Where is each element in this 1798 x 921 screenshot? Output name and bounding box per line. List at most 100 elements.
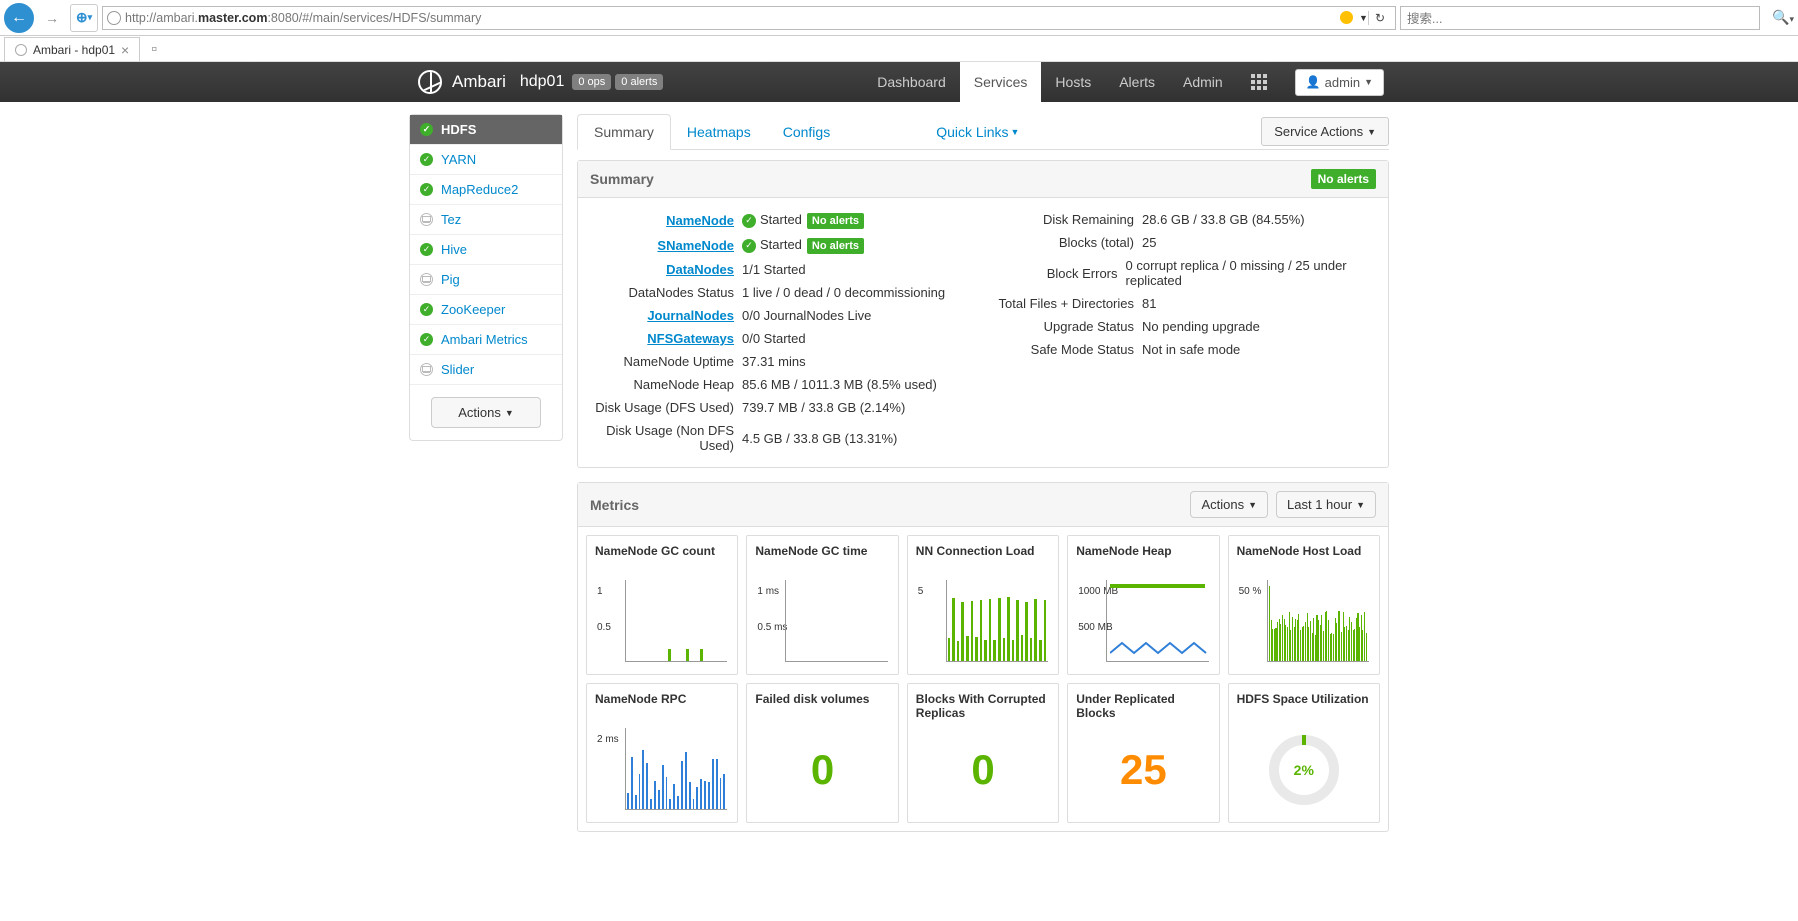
status-client-icon [420, 363, 433, 376]
search-icon[interactable]: 🔍▾ [1764, 9, 1794, 26]
status-ok-icon: ✓ [420, 183, 433, 196]
summary-link[interactable]: DataNodes [666, 262, 734, 277]
url-suffix: :8080/#/main/services/HDFS/summary [267, 11, 481, 25]
metric-title: NameNode Host Load [1237, 544, 1371, 572]
metric-chart: 1000 MB500 MB [1076, 578, 1210, 666]
summary-row: DataNodes 1/1 Started [592, 258, 974, 281]
y-tick: 1 ms [757, 586, 779, 597]
new-tab-button[interactable]: ▫ [142, 39, 166, 61]
metric-card[interactable]: NameNode Host Load50 % [1228, 535, 1380, 675]
status-ok-icon: ✓ [420, 333, 433, 346]
summary-link[interactable]: NFSGateways [647, 331, 734, 346]
compat-icon[interactable] [1340, 11, 1353, 24]
scheme-button[interactable]: ⊕▾ [70, 4, 98, 32]
summary-link[interactable]: SNameNode [657, 238, 734, 253]
sidebar-item-yarn[interactable]: ✓YARN [410, 145, 562, 175]
nav-alerts[interactable]: Alerts [1105, 62, 1169, 102]
metrics-title: Metrics [590, 497, 639, 513]
summary-link[interactable]: NameNode [666, 213, 734, 228]
metric-chart: 5 [916, 578, 1050, 666]
summary-key: NameNode Heap [592, 377, 742, 392]
alerts-pill[interactable]: 0 alerts [615, 74, 663, 90]
summary-value: 25 [1142, 235, 1156, 250]
metrics-panel: Metrics Actions ▼ Last 1 hour ▼ NameNode… [577, 482, 1389, 832]
nav-services[interactable]: Services [960, 62, 1042, 102]
grid-icon [1251, 74, 1267, 90]
sidebar-item-slider[interactable]: Slider [410, 355, 562, 385]
summary-alert-badge[interactable]: No alerts [1311, 169, 1376, 189]
tab-summary[interactable]: Summary [577, 114, 671, 150]
ops-pill[interactable]: 0 ops [572, 74, 611, 90]
y-tick: 2 ms [597, 734, 619, 745]
metric-card[interactable]: NameNode Heap1000 MB500 MB [1067, 535, 1219, 675]
forward-button[interactable]: → [38, 4, 66, 32]
metrics-time-label: Last 1 hour [1287, 497, 1352, 512]
status-ok-icon: ✓ [420, 123, 433, 136]
sidebar-item-label: Tez [441, 212, 461, 227]
metric-card[interactable]: Under Replicated Blocks25 [1067, 683, 1219, 823]
summary-value: 4.5 GB / 33.8 GB (13.31%) [742, 431, 897, 446]
nav-menu: Dashboard Services Hosts Alerts Admin 👤 … [863, 62, 1398, 102]
nav-dashboard[interactable]: Dashboard [863, 62, 960, 102]
quick-links-dropdown[interactable]: Quick Links ▼ [936, 124, 1019, 140]
summary-row: JournalNodes0/0 JournalNodes Live [592, 304, 974, 327]
summary-row: Block Errors0 corrupt replica / 0 missin… [992, 254, 1374, 292]
summary-key: Upgrade Status [992, 319, 1142, 334]
metric-card[interactable]: Failed disk volumes0 [746, 683, 898, 823]
refresh-icon[interactable]: ↻ [1368, 11, 1391, 25]
sidebar-item-ambari-metrics[interactable]: ✓Ambari Metrics [410, 325, 562, 355]
quick-links-label: Quick Links [936, 124, 1008, 140]
caret-down-icon: ▼ [1367, 127, 1376, 137]
summary-value: 739.7 MB / 33.8 GB (2.14%) [742, 400, 905, 415]
caret-down-icon: ▼ [1356, 500, 1365, 510]
sidebar-item-label: Slider [441, 362, 474, 377]
summary-value: 1/1 Started [742, 262, 806, 277]
metric-chart: 25 [1076, 726, 1210, 814]
cluster-name[interactable]: hdp01 [520, 73, 565, 91]
nav-admin[interactable]: Admin [1169, 62, 1237, 102]
nav-hosts[interactable]: Hosts [1041, 62, 1105, 102]
sidebar-item-label: ZooKeeper [441, 302, 505, 317]
metric-card[interactable]: NN Connection Load5 [907, 535, 1059, 675]
summary-value: 0 corrupt replica / 0 missing / 25 under… [1126, 258, 1374, 288]
browser-search-input[interactable]: 搜索... [1400, 6, 1760, 30]
sidebar-item-label: Pig [441, 272, 460, 287]
nav-views[interactable] [1237, 62, 1281, 102]
status-ok-icon: ✓ [420, 303, 433, 316]
metric-title: Blocks With Corrupted Replicas [916, 692, 1050, 720]
metric-bignum: 0 [916, 726, 1050, 814]
metric-card[interactable]: Blocks With Corrupted Replicas 0 [907, 683, 1059, 823]
nav-user[interactable]: 👤 admin ▼ [1281, 62, 1398, 102]
metric-card[interactable]: NameNode RPC2 ms [586, 683, 738, 823]
status-client-icon [420, 273, 433, 286]
url-prefix: http://ambari. [125, 11, 198, 25]
service-actions-button[interactable]: Service Actions ▼ [1261, 117, 1389, 146]
sidebar-item-zookeeper[interactable]: ✓ ZooKeeper [410, 295, 562, 325]
caret-down-icon: ▼ [1011, 127, 1020, 137]
metric-card[interactable]: NameNode GC time1 ms0.5 ms [746, 535, 898, 675]
browser-tab[interactable]: Ambari - hdp01 × [4, 37, 140, 61]
tab-configs[interactable]: Configs [767, 115, 846, 149]
metrics-actions-button[interactable]: Actions ▼ [1190, 491, 1268, 518]
sidebar-item-mapreduce2[interactable]: ✓MapReduce2 [410, 175, 562, 205]
sidebar-item-hdfs[interactable]: ✓HDFS [410, 115, 562, 145]
metric-bignum: 25 [1076, 726, 1210, 814]
summary-link[interactable]: JournalNodes [647, 308, 734, 323]
browser-tab-strip: Ambari - hdp01 × ▫ [0, 36, 1798, 62]
metric-card[interactable]: NameNode GC count10.5 [586, 535, 738, 675]
caret-down-icon: ▼ [1364, 77, 1373, 87]
tab-close-icon[interactable]: × [121, 42, 129, 58]
url-bar[interactable]: http://ambari.master.com:8080/#/main/ser… [102, 6, 1396, 30]
metrics-time-button[interactable]: Last 1 hour ▼ [1276, 491, 1376, 518]
sidebar-item-pig[interactable]: Pig [410, 265, 562, 295]
back-button[interactable]: ← [4, 3, 34, 33]
metric-card[interactable]: HDFS Space Utilization2% [1228, 683, 1380, 823]
summary-key: SNameNode [592, 238, 742, 253]
bars [948, 583, 1046, 661]
sidebar-item-tez[interactable]: Tez [410, 205, 562, 235]
sidebar-actions-button[interactable]: Actions ▼ [431, 397, 541, 428]
tab-heatmaps[interactable]: Heatmaps [671, 115, 767, 149]
no-alerts-badge[interactable]: No alerts [807, 213, 864, 229]
no-alerts-badge[interactable]: No alerts [807, 238, 864, 254]
sidebar-item-hive[interactable]: ✓Hive [410, 235, 562, 265]
